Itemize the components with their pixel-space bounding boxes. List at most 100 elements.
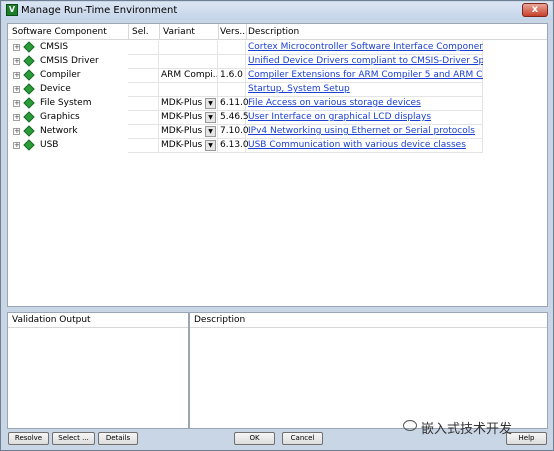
dropdown-arrow-icon[interactable]: ▼ (205, 140, 216, 151)
validation-description-header: Description (190, 313, 547, 328)
component-name: CMSIS Driver (40, 56, 99, 66)
window-title: Manage Run-Time Environment (21, 5, 178, 16)
description-cell: USB Communication with various device cl… (246, 139, 483, 153)
description-cell: Cortex Microcontroller Software Interfac… (246, 41, 483, 55)
title-bar[interactable]: V Manage Run-Time Environment x (2, 2, 552, 20)
expand-icon[interactable]: + (13, 44, 20, 51)
expand-icon[interactable]: + (13, 58, 20, 65)
sel-cell[interactable] (128, 55, 159, 69)
version-cell: 6.11.0 (218, 97, 249, 111)
validation-description-panel: Description (189, 312, 548, 429)
version-cell (218, 83, 246, 97)
sel-cell[interactable] (128, 83, 159, 97)
watermark-text: 嵌入式技术开发 (421, 422, 513, 437)
version-cell: 7.10.0 (218, 125, 249, 139)
sel-cell[interactable] (128, 41, 159, 55)
description-cell: Unified Device Drivers compliant to CMSI… (246, 55, 483, 69)
component-row-compiler[interactable]: + Compiler ARM Compi... 1.6.0 Compiler E… (8, 69, 547, 83)
resolve-button[interactable]: Resolve (8, 432, 49, 445)
component-gem-icon (23, 41, 35, 53)
dropdown-arrow-icon[interactable]: ▼ (205, 126, 216, 137)
description-link[interactable]: Unified Device Drivers compliant to CMSI… (248, 56, 483, 66)
manage-rte-window: V Manage Run-Time Environment x Software… (0, 0, 554, 451)
help-button[interactable]: Help (506, 432, 547, 445)
close-button[interactable]: x (522, 3, 548, 17)
validation-output-panel: Validation Output (7, 312, 189, 429)
header-description[interactable]: Description (248, 27, 299, 37)
sel-cell[interactable] (128, 97, 159, 111)
select-button[interactable]: Select ... (52, 432, 95, 445)
component-row-cmsis[interactable]: + CMSIS Cortex Microcontroller Software … (8, 41, 547, 55)
description-link[interactable]: User Interface on graphical LCD displays (248, 112, 483, 122)
version-cell (218, 55, 246, 69)
header-variant[interactable]: Variant (163, 27, 195, 37)
version-cell: 1.6.0 (218, 69, 246, 83)
component-row-device[interactable]: + Device Startup, System Setup (8, 83, 547, 97)
component-gem-icon (23, 97, 35, 109)
ok-button[interactable]: OK (234, 432, 275, 445)
wechat-icon (403, 420, 417, 431)
description-cell: Startup, System Setup (246, 83, 483, 97)
description-cell: File Access on various storage devices (246, 97, 483, 111)
expand-icon[interactable]: + (13, 114, 20, 121)
component-gem-icon (23, 111, 35, 123)
description-link[interactable]: Startup, System Setup (248, 84, 483, 94)
expand-icon[interactable]: + (13, 100, 20, 107)
component-name: Compiler (40, 70, 81, 80)
details-button[interactable]: Details (98, 432, 138, 445)
description-link[interactable]: IPv4 Networking using Ethernet or Serial… (248, 126, 483, 136)
version-cell: 5.46.5 (218, 111, 249, 125)
component-name: CMSIS (40, 42, 69, 52)
expand-icon[interactable]: + (13, 72, 20, 79)
component-gem-icon (23, 125, 35, 137)
component-tree: Software Component Sel. Variant Vers... … (7, 23, 548, 307)
variant-select[interactable]: MDK-Plus ▼ (159, 111, 218, 125)
description-cell: IPv4 Networking using Ethernet or Serial… (246, 125, 483, 139)
component-row-usb[interactable]: + USB MDK-Plus ▼ 6.13.0 USB Communication… (8, 139, 547, 153)
dropdown-arrow-icon[interactable]: ▼ (205, 112, 216, 123)
description-link[interactable]: File Access on various storage devices (248, 98, 483, 108)
component-gem-icon (23, 139, 35, 151)
sel-cell[interactable] (128, 139, 159, 153)
sel-cell[interactable] (128, 69, 159, 83)
description-link[interactable]: Compiler Extensions for ARM Compiler 5 a… (248, 70, 483, 80)
header-sel[interactable]: Sel. (132, 27, 149, 37)
variant-cell (159, 41, 218, 55)
component-row-network[interactable]: + Network MDK-Plus ▼ 7.10.0 IPv4 Networki… (8, 125, 547, 139)
component-gem-icon (23, 83, 35, 95)
description-cell: Compiler Extensions for ARM Compiler 5 a… (246, 69, 483, 83)
expand-icon[interactable]: + (13, 86, 20, 93)
component-row-file-system[interactable]: + File System MDK-Plus ▼ 6.11.0 File Acce… (8, 97, 547, 111)
sel-cell[interactable] (128, 111, 159, 125)
tree-header: Software Component Sel. Variant Vers... … (8, 24, 547, 40)
sel-cell[interactable] (128, 125, 159, 139)
header-version[interactable]: Vers... (220, 27, 248, 37)
version-cell: 6.13.0 (218, 139, 249, 153)
variant-cell (159, 83, 218, 97)
header-software-component[interactable]: Software Component (12, 27, 107, 37)
description-link[interactable]: Cortex Microcontroller Software Interfac… (248, 42, 483, 52)
component-gem-icon (23, 55, 35, 67)
variant-select[interactable]: MDK-Plus ▼ (159, 97, 218, 111)
component-gem-icon (23, 69, 35, 81)
component-name: File System (40, 98, 92, 108)
description-link[interactable]: USB Communication with various device cl… (248, 140, 483, 150)
cancel-button[interactable]: Cancel (282, 432, 323, 445)
component-name: Device (40, 84, 71, 94)
dropdown-arrow-icon[interactable]: ▼ (205, 98, 216, 109)
app-icon: V (6, 4, 18, 16)
component-row-graphics[interactable]: + Graphics MDK-Plus ▼ 5.46.5 User Interfa… (8, 111, 547, 125)
variant-select[interactable]: MDK-Plus ▼ (159, 139, 218, 153)
description-cell: User Interface on graphical LCD displays (246, 111, 483, 125)
variant-cell: ARM Compi... (159, 69, 218, 83)
expand-icon[interactable]: + (13, 142, 20, 149)
version-cell (218, 41, 246, 55)
component-name: USB (40, 140, 59, 150)
component-name: Network (40, 126, 78, 136)
expand-icon[interactable]: + (13, 128, 20, 135)
component-name: Graphics (40, 112, 80, 122)
component-row-cmsis-driver[interactable]: + CMSIS Driver Unified Device Drivers co… (8, 55, 547, 69)
variant-cell (159, 55, 218, 69)
validation-output-header: Validation Output (8, 313, 188, 328)
variant-select[interactable]: MDK-Plus ▼ (159, 125, 218, 139)
